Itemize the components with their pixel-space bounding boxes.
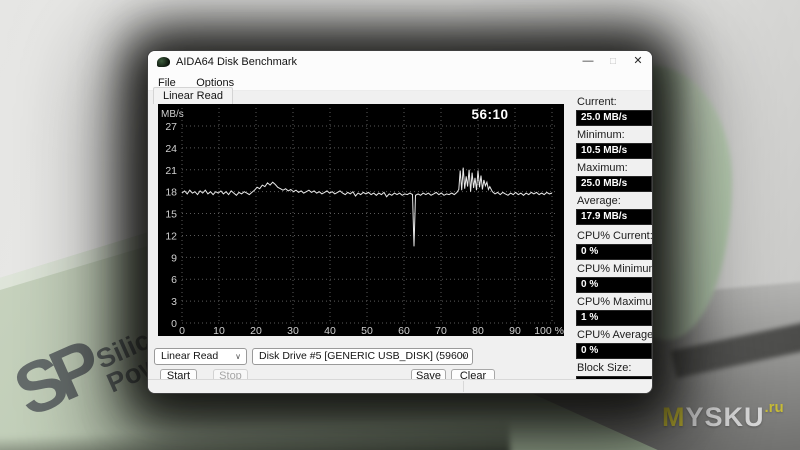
x-tick-label: 100 % <box>534 325 564 336</box>
y-tick-label: 12 <box>165 230 177 242</box>
mysku-watermark: MYSKU.ru <box>662 399 784 433</box>
benchmark-chart: MB/s272421181512963001020304050607080901… <box>158 104 564 336</box>
screenshot-scene: SP Silicon Power MYSKU.ru AIDA64 Disk Be… <box>0 0 800 450</box>
stat-value: 10.5 MB/s <box>576 143 652 159</box>
maximize-icon: □ <box>603 54 623 70</box>
y-tick-label: 0 <box>171 318 177 330</box>
disk-drive-value: Disk Drive #5 [GENERIC USB_DISK] (59600 … <box>259 350 473 362</box>
status-bar-divider <box>463 381 464 392</box>
stat-label: Block Size: <box>577 362 652 374</box>
y-tick-label: 6 <box>171 274 177 286</box>
stat-block: CPU% Maximum: 1 % <box>576 296 652 326</box>
stat-value: 17.9 MB/s <box>576 209 652 225</box>
y-tick-label: 3 <box>171 296 177 308</box>
minimize-icon[interactable]: — <box>578 54 598 70</box>
stat-block: Minimum: 10.5 MB/s <box>576 129 652 159</box>
stat-block: Maximum: 25.0 MB/s <box>576 162 652 192</box>
tab-linear-read[interactable]: Linear Read <box>153 87 233 104</box>
chevron-down-icon: ∨ <box>235 351 241 363</box>
stat-block: Current: 25.0 MB/s <box>576 96 652 126</box>
close-icon[interactable]: ✕ <box>628 54 648 70</box>
stat-label: CPU% Average: <box>577 329 652 341</box>
y-tick-label: 15 <box>165 209 177 221</box>
stat-label: Maximum: <box>577 162 652 174</box>
y-tick-label: 9 <box>171 252 177 264</box>
stat-label: CPU% Maximum: <box>577 296 652 308</box>
y-tick-label: 18 <box>165 187 177 199</box>
x-tick-label: 30 <box>287 325 299 336</box>
x-tick-label: 40 <box>324 325 336 336</box>
title-bar: AIDA64 Disk Benchmark — □ ✕ <box>148 51 652 73</box>
stat-value: 0 % <box>576 343 652 359</box>
x-tick-label: 10 <box>213 325 225 336</box>
y-tick-label: 27 <box>165 121 177 133</box>
app-icon <box>157 57 170 67</box>
x-tick-label: 90 <box>509 325 521 336</box>
x-tick-label: 70 <box>435 325 447 336</box>
stat-value: 1 % <box>576 310 652 326</box>
stat-value: 25.0 MB/s <box>576 176 652 192</box>
stat-label: CPU% Current: <box>577 230 652 242</box>
elapsed-time: 56:10 <box>454 107 526 122</box>
stat-label: Average: <box>577 195 652 207</box>
stat-label: Current: <box>577 96 652 108</box>
status-bar <box>148 379 652 393</box>
window-title: AIDA64 Disk Benchmark <box>176 56 297 68</box>
x-tick-label: 20 <box>250 325 262 336</box>
disk-drive-select[interactable]: Disk Drive #5 [GENERIC USB_DISK] (59600 … <box>252 348 473 365</box>
stat-value: 0 % <box>576 244 652 260</box>
stat-value: 0 % <box>576 277 652 293</box>
y-tick-label: 21 <box>165 165 177 177</box>
stat-block: CPU% Current: 0 % <box>576 230 652 260</box>
x-tick-label: 0 <box>179 325 185 336</box>
benchmark-mode-value: Linear Read <box>161 350 218 362</box>
stat-label: CPU% Minimum: <box>577 263 652 275</box>
chevron-down-icon: ∨ <box>461 351 467 363</box>
stat-label: Minimum: <box>577 129 652 141</box>
x-tick-label: 60 <box>398 325 410 336</box>
benchmark-mode-select[interactable]: Linear Read ∨ <box>154 348 247 365</box>
stat-block: CPU% Average: 0 % <box>576 329 652 359</box>
stats-panel: Current: 25.0 MB/s Minimum: 10.5 MB/s Maximu… <box>576 96 652 394</box>
stat-block: Average: 17.9 MB/s <box>576 195 652 225</box>
stat-block: CPU% Minimum: 0 % <box>576 263 652 293</box>
y-axis-unit-label: MB/s <box>161 109 184 120</box>
read-speed-line <box>182 168 552 247</box>
x-tick-label: 50 <box>361 325 373 336</box>
aida64-disk-benchmark-window: AIDA64 Disk Benchmark — □ ✕ File Options… <box>147 50 653 394</box>
stat-value: 25.0 MB/s <box>576 110 652 126</box>
benchmark-chart-svg: MB/s272421181512963001020304050607080901… <box>158 104 564 336</box>
x-tick-label: 80 <box>472 325 484 336</box>
y-tick-label: 24 <box>165 143 177 155</box>
